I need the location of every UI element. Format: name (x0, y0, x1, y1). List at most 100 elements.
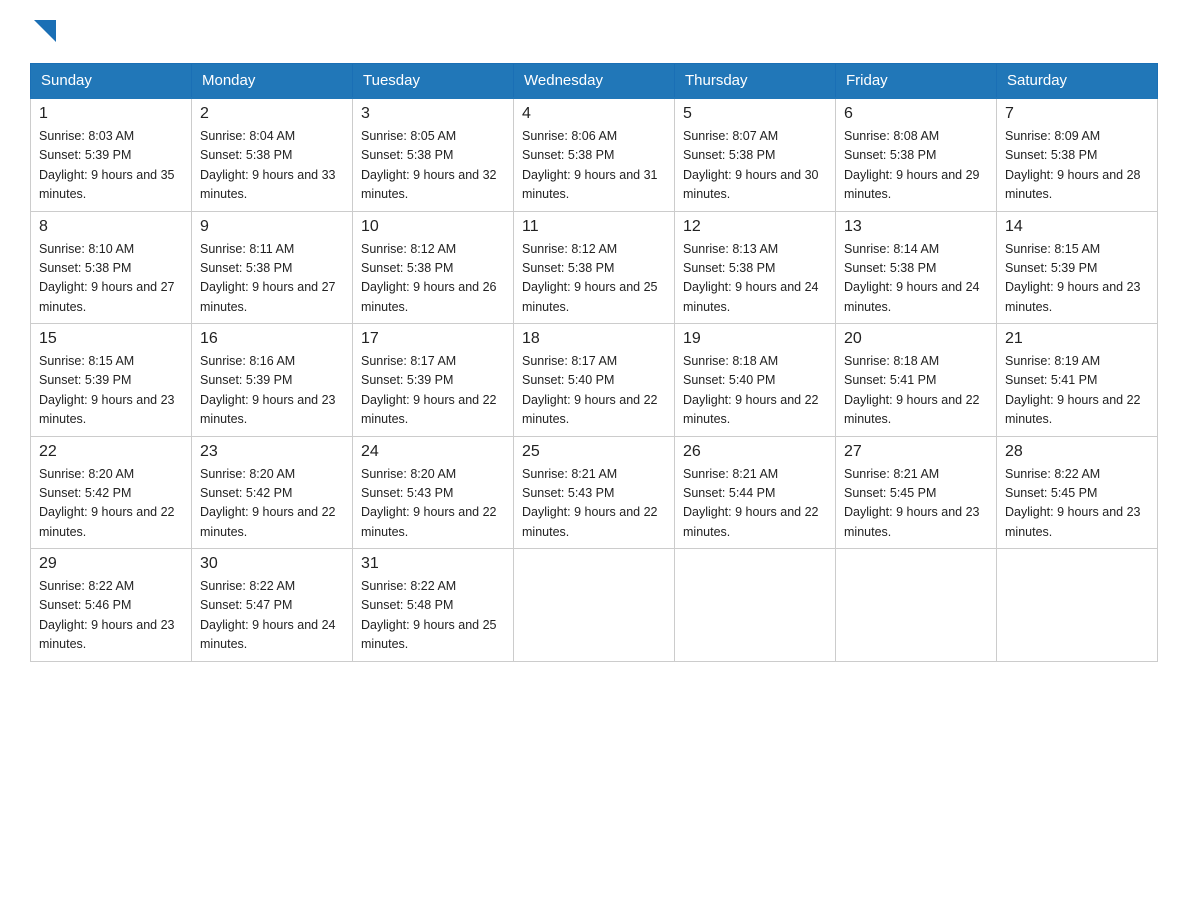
day-info: Sunrise: 8:18 AMSunset: 5:40 PMDaylight:… (683, 354, 819, 426)
day-number: 10 (361, 218, 505, 236)
day-number: 12 (683, 218, 827, 236)
day-number: 26 (683, 443, 827, 461)
calendar-cell (675, 549, 836, 662)
calendar-cell: 23 Sunrise: 8:20 AMSunset: 5:42 PMDaylig… (192, 436, 353, 549)
calendar-cell: 26 Sunrise: 8:21 AMSunset: 5:44 PMDaylig… (675, 436, 836, 549)
calendar-cell: 28 Sunrise: 8:22 AMSunset: 5:45 PMDaylig… (997, 436, 1158, 549)
day-of-week-header: Monday (192, 64, 353, 99)
day-info: Sunrise: 8:06 AMSunset: 5:38 PMDaylight:… (522, 129, 658, 201)
day-info: Sunrise: 8:14 AMSunset: 5:38 PMDaylight:… (844, 242, 980, 314)
calendar-cell: 15 Sunrise: 8:15 AMSunset: 5:39 PMDaylig… (31, 324, 192, 437)
day-number: 5 (683, 105, 827, 123)
day-info: Sunrise: 8:13 AMSunset: 5:38 PMDaylight:… (683, 242, 819, 314)
day-number: 1 (39, 105, 183, 123)
day-number: 15 (39, 330, 183, 348)
day-number: 3 (361, 105, 505, 123)
calendar-cell: 14 Sunrise: 8:15 AMSunset: 5:39 PMDaylig… (997, 211, 1158, 324)
calendar-week-row: 29 Sunrise: 8:22 AMSunset: 5:46 PMDaylig… (31, 549, 1158, 662)
calendar-cell (997, 549, 1158, 662)
day-number: 25 (522, 443, 666, 461)
day-info: Sunrise: 8:09 AMSunset: 5:38 PMDaylight:… (1005, 129, 1141, 201)
day-number: 20 (844, 330, 988, 348)
day-info: Sunrise: 8:16 AMSunset: 5:39 PMDaylight:… (200, 354, 336, 426)
day-number: 8 (39, 218, 183, 236)
day-info: Sunrise: 8:15 AMSunset: 5:39 PMDaylight:… (1005, 242, 1141, 314)
calendar-week-row: 22 Sunrise: 8:20 AMSunset: 5:42 PMDaylig… (31, 436, 1158, 549)
calendar-table: SundayMondayTuesdayWednesdayThursdayFrid… (30, 63, 1158, 662)
day-number: 17 (361, 330, 505, 348)
calendar-cell: 21 Sunrise: 8:19 AMSunset: 5:41 PMDaylig… (997, 324, 1158, 437)
day-info: Sunrise: 8:18 AMSunset: 5:41 PMDaylight:… (844, 354, 980, 426)
day-number: 14 (1005, 218, 1149, 236)
day-number: 18 (522, 330, 666, 348)
day-number: 31 (361, 555, 505, 573)
day-of-week-header: Thursday (675, 64, 836, 99)
day-number: 27 (844, 443, 988, 461)
calendar-cell: 27 Sunrise: 8:21 AMSunset: 5:45 PMDaylig… (836, 436, 997, 549)
day-info: Sunrise: 8:21 AMSunset: 5:44 PMDaylight:… (683, 467, 819, 539)
calendar-cell (514, 549, 675, 662)
day-info: Sunrise: 8:20 AMSunset: 5:42 PMDaylight:… (200, 467, 336, 539)
calendar-cell: 5 Sunrise: 8:07 AMSunset: 5:38 PMDayligh… (675, 98, 836, 211)
day-info: Sunrise: 8:22 AMSunset: 5:46 PMDaylight:… (39, 579, 175, 651)
day-info: Sunrise: 8:21 AMSunset: 5:45 PMDaylight:… (844, 467, 980, 539)
day-info: Sunrise: 8:15 AMSunset: 5:39 PMDaylight:… (39, 354, 175, 426)
day-of-week-header: Wednesday (514, 64, 675, 99)
calendar-cell: 31 Sunrise: 8:22 AMSunset: 5:48 PMDaylig… (353, 549, 514, 662)
day-number: 23 (200, 443, 344, 461)
day-info: Sunrise: 8:22 AMSunset: 5:48 PMDaylight:… (361, 579, 497, 651)
calendar-header-row: SundayMondayTuesdayWednesdayThursdayFrid… (31, 64, 1158, 99)
day-info: Sunrise: 8:19 AMSunset: 5:41 PMDaylight:… (1005, 354, 1141, 426)
day-of-week-header: Tuesday (353, 64, 514, 99)
calendar-cell: 24 Sunrise: 8:20 AMSunset: 5:43 PMDaylig… (353, 436, 514, 549)
calendar-cell: 12 Sunrise: 8:13 AMSunset: 5:38 PMDaylig… (675, 211, 836, 324)
logo-triangle-icon (34, 20, 56, 42)
calendar-cell: 4 Sunrise: 8:06 AMSunset: 5:38 PMDayligh… (514, 98, 675, 211)
day-info: Sunrise: 8:22 AMSunset: 5:45 PMDaylight:… (1005, 467, 1141, 539)
calendar-cell: 16 Sunrise: 8:16 AMSunset: 5:39 PMDaylig… (192, 324, 353, 437)
day-number: 11 (522, 218, 666, 236)
day-number: 7 (1005, 105, 1149, 123)
day-number: 29 (39, 555, 183, 573)
calendar-cell: 17 Sunrise: 8:17 AMSunset: 5:39 PMDaylig… (353, 324, 514, 437)
calendar-cell: 1 Sunrise: 8:03 AMSunset: 5:39 PMDayligh… (31, 98, 192, 211)
calendar-cell: 7 Sunrise: 8:09 AMSunset: 5:38 PMDayligh… (997, 98, 1158, 211)
day-info: Sunrise: 8:17 AMSunset: 5:39 PMDaylight:… (361, 354, 497, 426)
day-info: Sunrise: 8:21 AMSunset: 5:43 PMDaylight:… (522, 467, 658, 539)
calendar-cell: 8 Sunrise: 8:10 AMSunset: 5:38 PMDayligh… (31, 211, 192, 324)
calendar-cell: 29 Sunrise: 8:22 AMSunset: 5:46 PMDaylig… (31, 549, 192, 662)
calendar-cell: 3 Sunrise: 8:05 AMSunset: 5:38 PMDayligh… (353, 98, 514, 211)
day-number: 6 (844, 105, 988, 123)
calendar-cell: 20 Sunrise: 8:18 AMSunset: 5:41 PMDaylig… (836, 324, 997, 437)
day-number: 28 (1005, 443, 1149, 461)
calendar-cell: 22 Sunrise: 8:20 AMSunset: 5:42 PMDaylig… (31, 436, 192, 549)
day-info: Sunrise: 8:20 AMSunset: 5:43 PMDaylight:… (361, 467, 497, 539)
day-of-week-header: Sunday (31, 64, 192, 99)
day-number: 30 (200, 555, 344, 573)
day-info: Sunrise: 8:10 AMSunset: 5:38 PMDaylight:… (39, 242, 175, 314)
day-of-week-header: Friday (836, 64, 997, 99)
day-number: 22 (39, 443, 183, 461)
day-of-week-header: Saturday (997, 64, 1158, 99)
calendar-cell: 10 Sunrise: 8:12 AMSunset: 5:38 PMDaylig… (353, 211, 514, 324)
logo (30, 20, 56, 43)
day-number: 19 (683, 330, 827, 348)
day-info: Sunrise: 8:08 AMSunset: 5:38 PMDaylight:… (844, 129, 980, 201)
calendar-cell: 30 Sunrise: 8:22 AMSunset: 5:47 PMDaylig… (192, 549, 353, 662)
day-number: 2 (200, 105, 344, 123)
day-info: Sunrise: 8:22 AMSunset: 5:47 PMDaylight:… (200, 579, 336, 651)
calendar-cell: 19 Sunrise: 8:18 AMSunset: 5:40 PMDaylig… (675, 324, 836, 437)
calendar-cell: 2 Sunrise: 8:04 AMSunset: 5:38 PMDayligh… (192, 98, 353, 211)
day-number: 13 (844, 218, 988, 236)
day-number: 9 (200, 218, 344, 236)
calendar-cell (836, 549, 997, 662)
day-info: Sunrise: 8:20 AMSunset: 5:42 PMDaylight:… (39, 467, 175, 539)
day-info: Sunrise: 8:04 AMSunset: 5:38 PMDaylight:… (200, 129, 336, 201)
day-info: Sunrise: 8:05 AMSunset: 5:38 PMDaylight:… (361, 129, 497, 201)
day-number: 16 (200, 330, 344, 348)
day-info: Sunrise: 8:17 AMSunset: 5:40 PMDaylight:… (522, 354, 658, 426)
day-info: Sunrise: 8:07 AMSunset: 5:38 PMDaylight:… (683, 129, 819, 201)
day-info: Sunrise: 8:03 AMSunset: 5:39 PMDaylight:… (39, 129, 175, 201)
day-number: 4 (522, 105, 666, 123)
calendar-week-row: 15 Sunrise: 8:15 AMSunset: 5:39 PMDaylig… (31, 324, 1158, 437)
